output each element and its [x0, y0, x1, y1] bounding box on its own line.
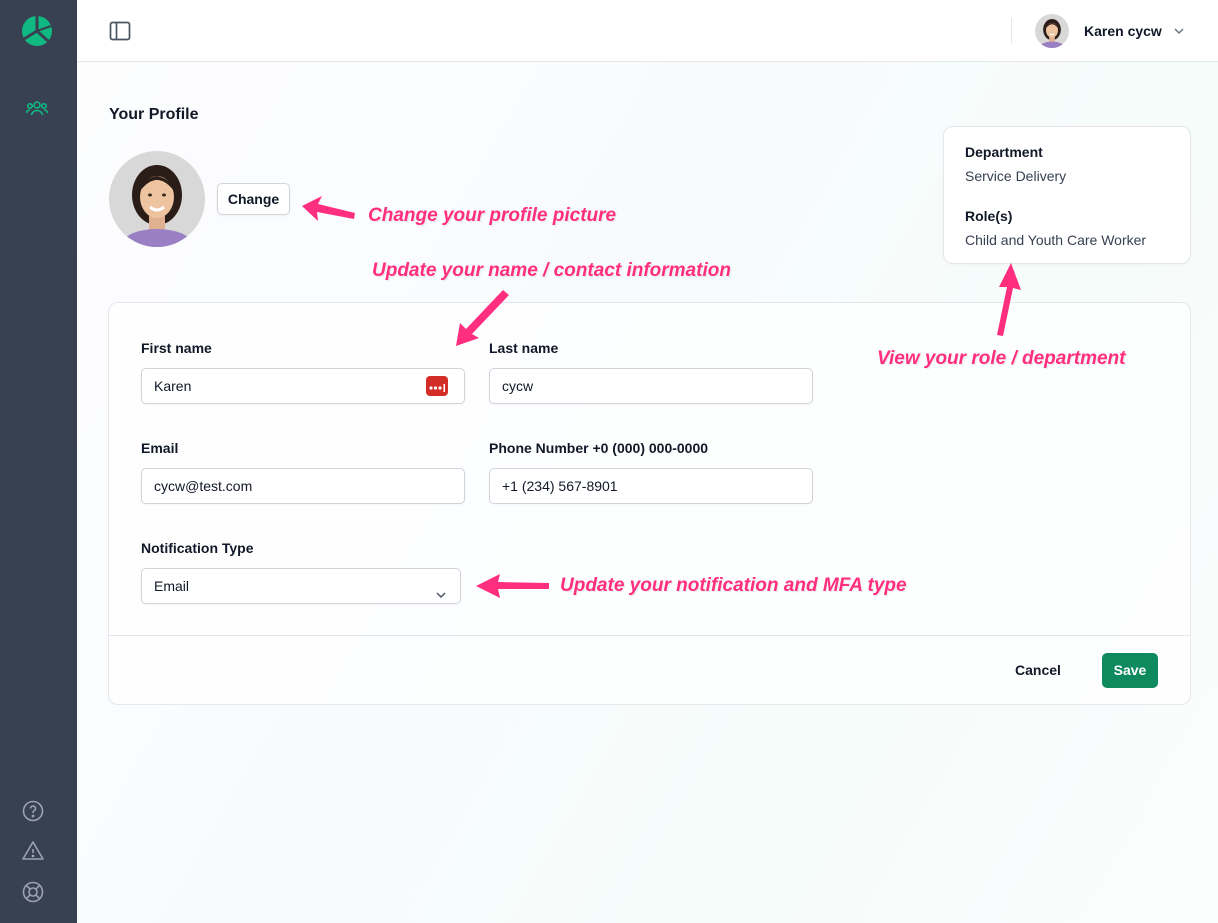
annotation-notification-mfa: Update your notification and MFA type — [560, 575, 907, 596]
sidebar-toggle-icon[interactable] — [108, 19, 132, 43]
sidebar — [0, 0, 77, 923]
help-circle-icon[interactable] — [21, 799, 45, 823]
phone-field[interactable]: +1 (234) 567-8901 — [489, 468, 813, 504]
first-name-label: First name — [141, 340, 212, 356]
profile-avatar — [109, 151, 205, 247]
roles-label: Role(s) — [965, 208, 1013, 224]
annotation-name-contact: Update your name / contact information — [372, 260, 731, 281]
notification-type-select[interactable]: Email — [141, 568, 461, 604]
role-info-card: Department Service Delivery Role(s) Chil… — [943, 126, 1191, 264]
annotation-role-department: View your role / department — [877, 348, 1126, 369]
cancel-button[interactable]: Cancel — [1015, 659, 1061, 681]
users-icon[interactable] — [25, 96, 49, 120]
email-label: Email — [141, 440, 179, 456]
leaf-logo-icon[interactable] — [21, 15, 53, 47]
department-value: Service Delivery — [965, 168, 1067, 184]
page-title: Your Profile — [109, 106, 199, 123]
first-name-field[interactable]: Karen — [141, 368, 465, 404]
main-content: Your Profile Change Department Service D… — [77, 62, 1218, 923]
warning-triangle-icon[interactable] — [21, 839, 45, 863]
avatar[interactable] — [1035, 14, 1069, 48]
email-value: cycw@test.com — [154, 478, 253, 494]
lifebuoy-icon[interactable] — [21, 880, 45, 904]
top-bar: Karen cycw — [77, 0, 1218, 62]
department-label: Department — [965, 144, 1043, 160]
form-divider — [109, 635, 1190, 636]
password-manager-icon[interactable] — [426, 376, 448, 396]
user-menu[interactable]: Karen cycw — [1035, 14, 1186, 48]
change-photo-button[interactable]: Change — [217, 183, 290, 215]
last-name-value: cycw — [502, 378, 534, 394]
user-name[interactable]: Karen cycw — [1084, 23, 1162, 39]
phone-label: Phone Number +0 (000) 000-0000 — [489, 440, 709, 456]
chevron-down-icon[interactable] — [434, 580, 448, 599]
annotation-profile-picture: Change your profile picture — [368, 205, 617, 226]
save-button[interactable]: Save — [1102, 653, 1158, 688]
first-name-value: Karen — [154, 378, 192, 394]
notification-type-value: Email — [154, 578, 190, 594]
notification-type-label: Notification Type — [141, 540, 254, 556]
topbar-divider — [1011, 18, 1012, 44]
last-name-label: Last name — [489, 340, 559, 356]
last-name-field[interactable]: cycw — [489, 368, 813, 404]
email-field[interactable]: cycw@test.com — [141, 468, 465, 504]
phone-value: +1 (234) 567-8901 — [502, 478, 618, 494]
roles-value: Child and Youth Care Worker — [965, 232, 1147, 248]
chevron-down-icon[interactable] — [1172, 24, 1186, 38]
